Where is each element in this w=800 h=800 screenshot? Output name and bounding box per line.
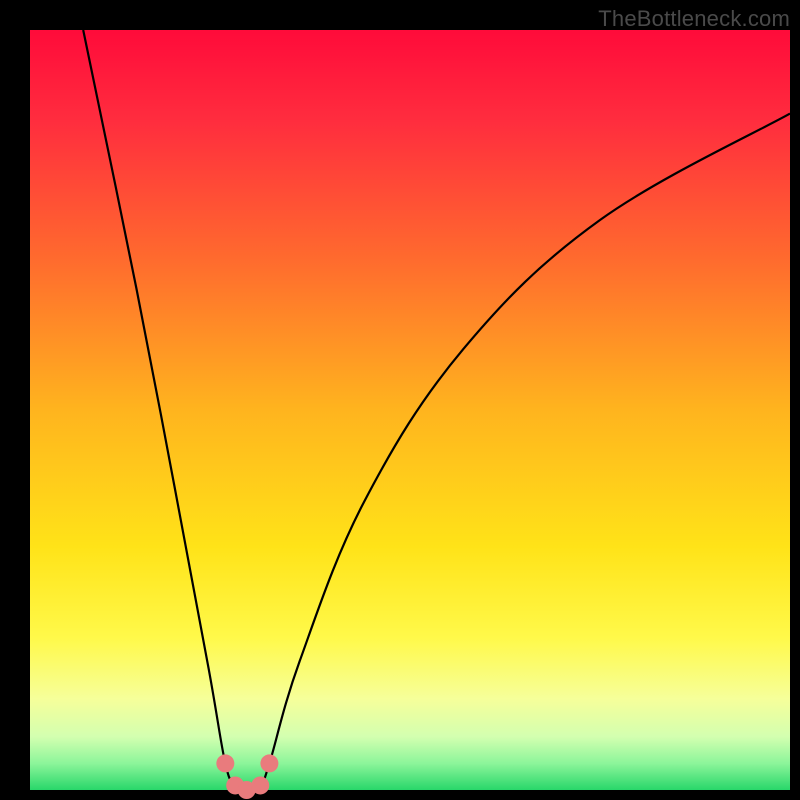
- curve-marker: [251, 776, 269, 794]
- bottleneck-chart: [0, 0, 800, 800]
- watermark-text: TheBottleneck.com: [598, 6, 790, 32]
- curve-marker: [216, 754, 234, 772]
- curve-marker: [260, 754, 278, 772]
- plot-background: [30, 30, 790, 790]
- chart-frame: TheBottleneck.com: [0, 0, 800, 800]
